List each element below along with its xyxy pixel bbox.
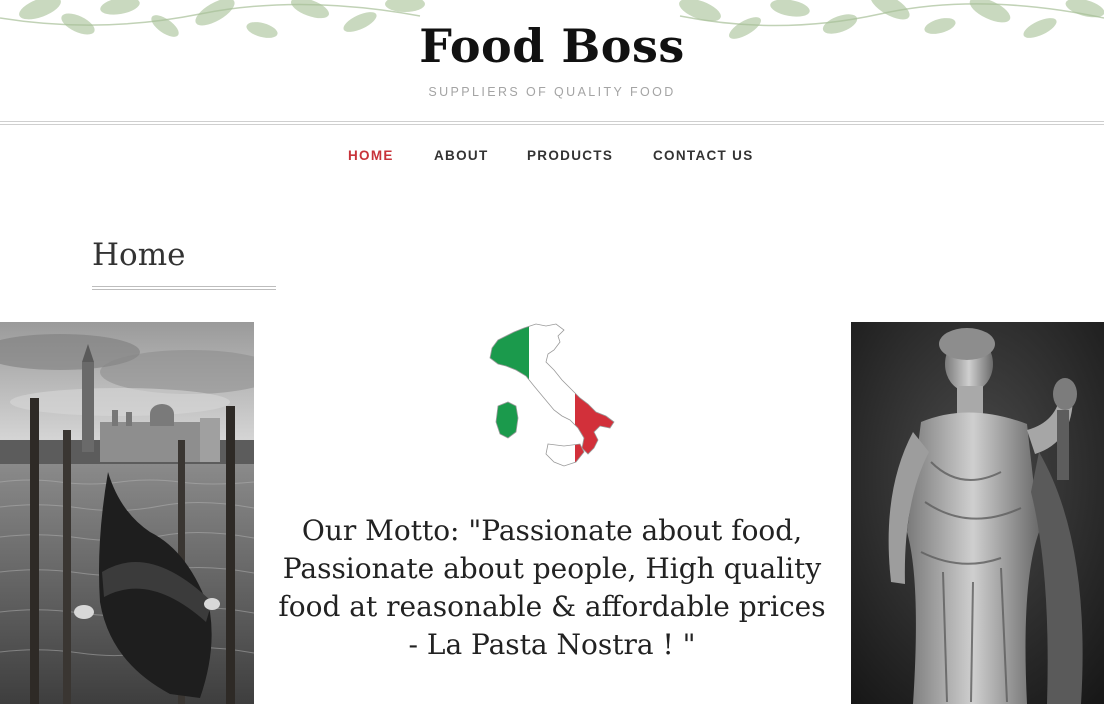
nav-item-products[interactable]: PRODUCTS <box>527 147 613 165</box>
classical-statue-photo <box>851 322 1104 704</box>
header-divider <box>0 124 1104 125</box>
italy-flag-map <box>489 323 615 467</box>
page-title-underline <box>92 289 276 290</box>
main-navigation: HOME ABOUT PRODUCTS CONTACT US <box>0 147 1104 167</box>
motto-text: Our Motto: "Passionate about food, Passi… <box>278 514 826 661</box>
page-title-underline <box>92 286 276 287</box>
page-title: Home <box>92 237 186 273</box>
nav-item-contact-us[interactable]: CONTACT US <box>653 147 754 165</box>
header-divider <box>0 121 1104 122</box>
site-tagline: SUPPLIERS OF QUALITY FOOD <box>428 85 676 99</box>
nav-item-about[interactable]: ABOUT <box>434 147 489 165</box>
site-title[interactable]: Food Boss <box>0 16 1104 76</box>
venice-gondola-photo <box>0 322 254 704</box>
nav-item-home[interactable]: HOME <box>348 147 394 165</box>
